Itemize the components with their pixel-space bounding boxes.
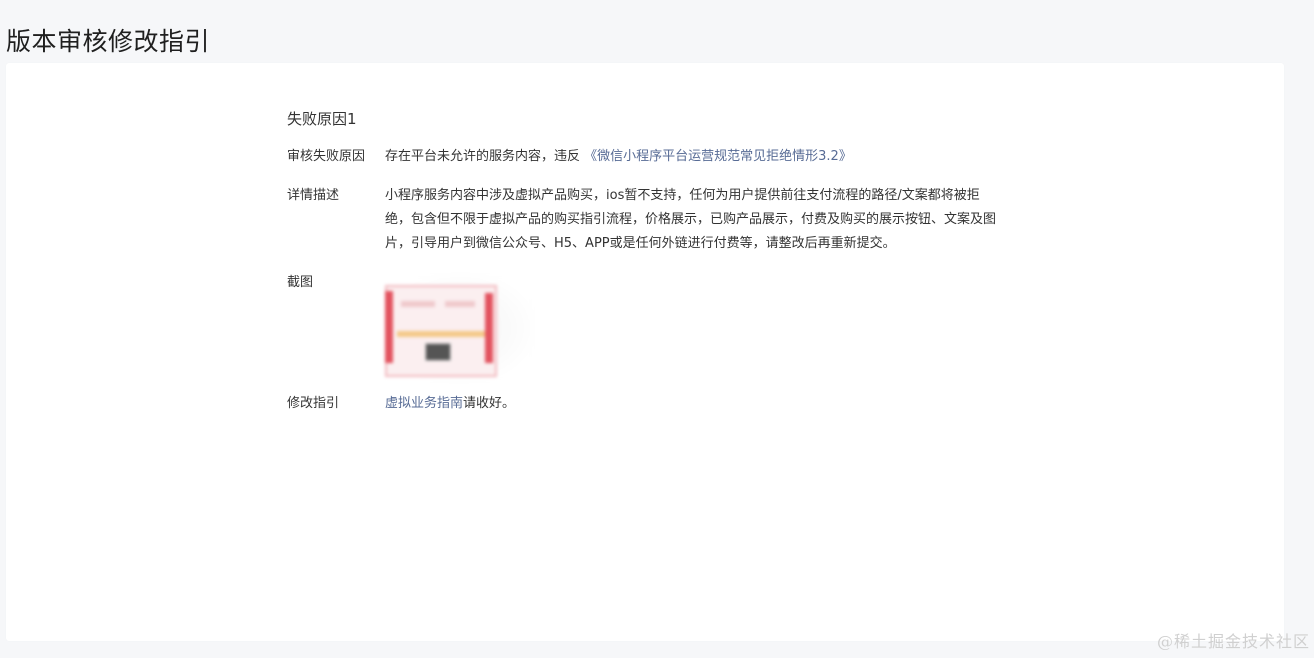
thumbnail-phone-preview <box>385 285 497 377</box>
guide-value: 虚拟业务指南请收好。 <box>385 392 1005 416</box>
page-title: 版本审核修改指引 <box>6 26 211 56</box>
watermark: @稀土掘金技术社区 <box>1156 632 1310 651</box>
thumbnail-text-block <box>401 301 435 307</box>
failure-content: 失败原因1 审核失败原因 存在平台未允许的服务内容，违反 《微信小程序平台运营规… <box>287 107 1027 431</box>
thumbnail-text-block <box>445 301 475 307</box>
thumbnail-button <box>425 343 451 361</box>
guide-label: 修改指引 <box>287 396 340 411</box>
screenshot-label: 截图 <box>287 275 314 290</box>
thumbnail-red-edge-left <box>385 291 393 363</box>
reason-text: 存在平台未允许的服务内容，违反 <box>385 149 585 164</box>
screenshot-row: 截图 <box>287 271 1027 383</box>
guide-row: 修改指引 虚拟业务指南请收好。 <box>287 392 1027 416</box>
reason-value: 存在平台未允许的服务内容，违反 《微信小程序平台运营规范常见拒绝情形3.2》 <box>385 145 1005 169</box>
detail-label: 详情描述 <box>287 188 340 203</box>
screenshot-container <box>385 271 1005 383</box>
reason-label: 审核失败原因 <box>287 149 366 164</box>
guide-card: 失败原因1 审核失败原因 存在平台未允许的服务内容，违反 《微信小程序平台运营规… <box>6 63 1284 641</box>
detail-description: 小程序服务内容中涉及虚拟产品购买，ios暂不支持，任何为用户提供前往支付流程的路… <box>385 188 997 251</box>
reason-policy-link[interactable]: 《微信小程序平台运营规范常见拒绝情形3.2》 <box>584 149 852 164</box>
guide-suffix: 请收好。 <box>463 396 516 411</box>
thumbnail-orange-bar <box>397 331 485 337</box>
failure-section-title: 失败原因1 <box>287 110 357 128</box>
screenshot-thumbnail[interactable] <box>385 273 535 383</box>
reason-row: 审核失败原因 存在平台未允许的服务内容，违反 《微信小程序平台运营规范常见拒绝情… <box>287 145 1027 169</box>
virtual-business-guide-link[interactable]: 虚拟业务指南 <box>385 396 463 411</box>
detail-row: 详情描述 小程序服务内容中涉及虚拟产品购买，ios暂不支持，任何为用户提供前往支… <box>287 184 1027 256</box>
thumbnail-red-edge-right <box>485 293 493 363</box>
